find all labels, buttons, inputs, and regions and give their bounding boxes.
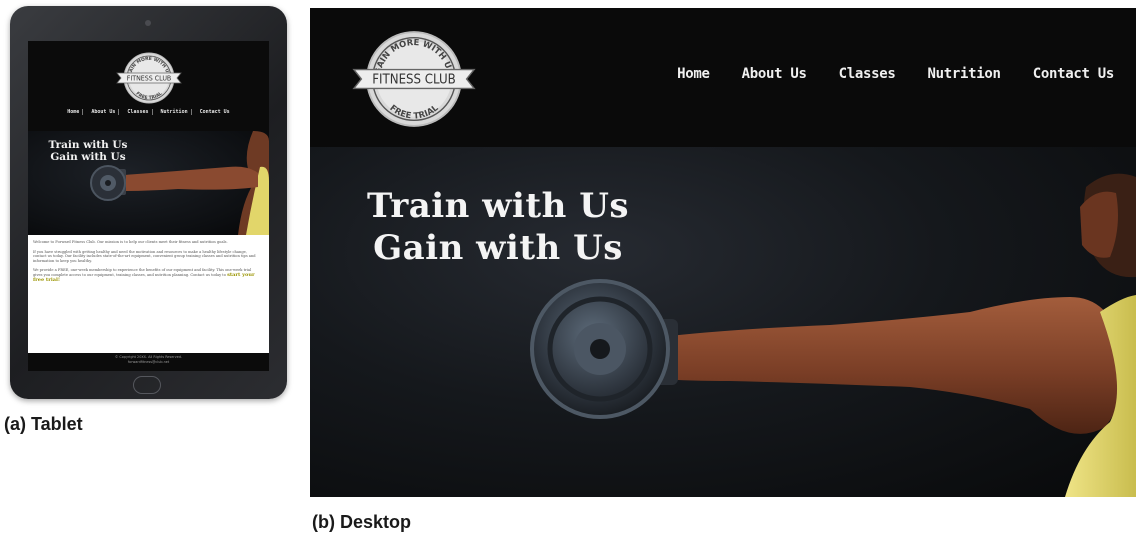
tablet-hero-line2: Gain with Us — [50, 151, 126, 163]
tablet-hero-line1: Train with Us — [48, 139, 128, 151]
camera-icon — [145, 20, 151, 26]
tablet-hero-title: Train with Us Gain with Us — [28, 139, 148, 163]
desktop-hero-title: Train with Us Gain with Us — [338, 185, 658, 269]
svg-text:FITNESS CLUB: FITNESS CLUB — [372, 73, 456, 88]
svg-text:FITNESS CLUB: FITNESS CLUB — [127, 75, 172, 83]
tablet-footer: © Copyright 20XX. All Rights Reserved. f… — [28, 353, 269, 371]
tablet-nav-home[interactable]: Home — [64, 109, 84, 115]
tablet-header: GAIN MORE WITH US FREE TRIAL FITNESS CLU… — [28, 41, 269, 131]
tablet-nav-about[interactable]: About Us — [88, 109, 120, 115]
home-button[interactable] — [133, 376, 161, 394]
tablet-nav-contact[interactable]: Contact Us — [197, 109, 233, 115]
tablet-nav: Home About Us Classes Nutrition Contact … — [28, 109, 269, 115]
nav-home[interactable]: Home — [677, 66, 710, 82]
tablet-logo[interactable]: GAIN MORE WITH US FREE TRIAL FITNESS CLU… — [116, 49, 182, 107]
tablet-screen: GAIN MORE WITH US FREE TRIAL FITNESS CLU… — [28, 41, 269, 371]
nav-classes[interactable]: Classes — [839, 66, 896, 82]
tablet-paragraph-3: We provide a FREE, one-week membership t… — [33, 268, 261, 282]
tablet-caption: (a) Tablet — [4, 414, 83, 434]
tablet-nav-classes[interactable]: Classes — [124, 109, 153, 115]
desktop-nav: Home About Us Classes Nutrition Contact … — [677, 66, 1114, 82]
desktop-screen: GAIN MORE WITH US FREE TRIAL FITNESS CLU… — [310, 8, 1136, 497]
tablet-copyright: © Copyright 20XX. All Rights Reserved. — [114, 355, 183, 359]
desktop-header: GAIN MORE WITH US FREE TRIAL FITNESS CLU… — [310, 8, 1136, 147]
tablet-paragraph-3-text: We provide a FREE, one-week membership t… — [33, 268, 252, 277]
desktop-caption: (b) Desktop — [312, 512, 411, 532]
desktop-logo[interactable]: GAIN MORE WITH US FREE TRIAL FITNESS CLU… — [352, 24, 476, 134]
tablet-paragraph-2: If you have struggled with getting healt… — [33, 249, 256, 263]
tablet-hero: Train with Us Gain with Us — [28, 131, 269, 235]
tablet-paragraph-1: Welcome to Forward Fitness Club. Our mis… — [33, 240, 228, 244]
nav-about-us[interactable]: About Us — [742, 66, 807, 82]
tablet-nav-nutrition[interactable]: Nutrition — [158, 109, 192, 115]
tablet-content: Welcome to Forward Fitness Club. Our mis… — [28, 235, 269, 353]
desktop-hero-line2: Gain with Us — [373, 228, 623, 268]
tablet-email-link[interactable]: forwardfitness@club.net — [28, 360, 269, 365]
tablet-device: GAIN MORE WITH US FREE TRIAL FITNESS CLU… — [10, 6, 287, 399]
nav-nutrition[interactable]: Nutrition — [928, 66, 1001, 82]
desktop-hero: Train with Us Gain with Us — [310, 147, 1136, 497]
desktop-hero-line1: Train with Us — [367, 186, 629, 226]
nav-contact-us[interactable]: Contact Us — [1033, 66, 1115, 82]
